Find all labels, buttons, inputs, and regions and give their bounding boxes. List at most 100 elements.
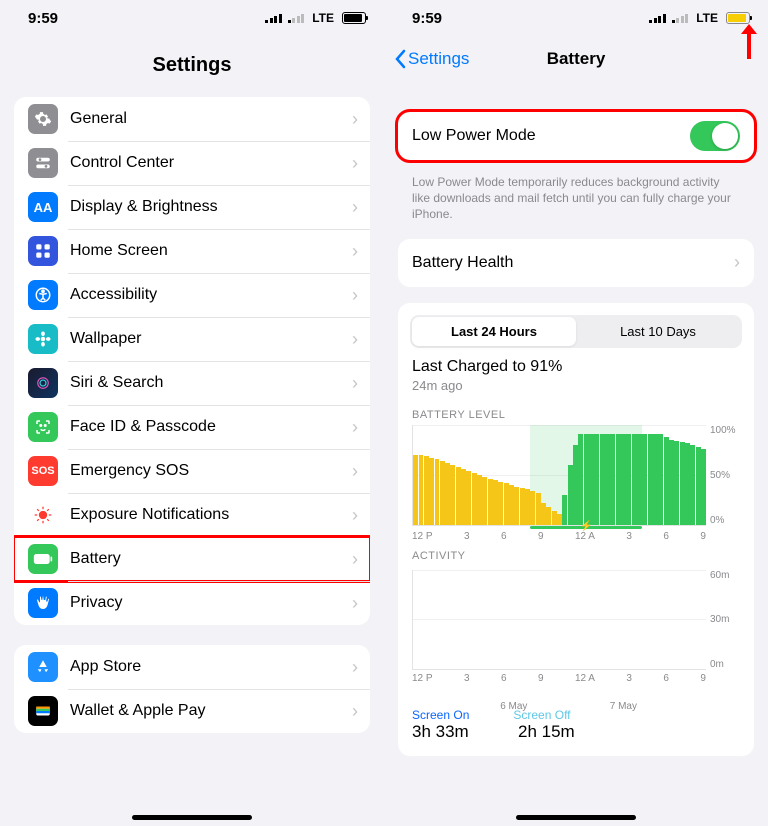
exposure-icon xyxy=(28,500,58,530)
time-range-segmented[interactable]: Last 24 Hours Last 10 Days xyxy=(410,315,742,348)
row-label: Home Screen xyxy=(70,242,352,260)
face-id-icon xyxy=(28,412,58,442)
settings-row-app-store[interactable]: App Store › xyxy=(14,645,370,689)
status-right: LTE xyxy=(265,11,366,25)
chevron-right-icon: › xyxy=(352,657,358,678)
chevron-right-icon: › xyxy=(352,701,358,722)
status-bar: 9:59 LTE xyxy=(384,0,768,36)
usage-card: Last 24 Hours Last 10 Days Last Charged … xyxy=(398,303,754,756)
tab-10d[interactable]: Last 10 Days xyxy=(576,317,740,346)
section-activity: ACTIVITY xyxy=(398,542,754,566)
settings-row-control-center[interactable]: Control Center › xyxy=(14,141,370,185)
row-label: Battery xyxy=(70,550,352,568)
flower-icon xyxy=(28,324,58,354)
chevron-right-icon: › xyxy=(352,285,358,306)
signal-bars-secondary-icon xyxy=(288,13,305,23)
siri-icon xyxy=(28,368,58,398)
chevron-right-icon: › xyxy=(352,197,358,218)
settings-row-face-id[interactable]: Face ID & Passcode › xyxy=(14,405,370,449)
status-time: 9:59 xyxy=(412,10,442,27)
text-size-icon: AA xyxy=(28,192,58,222)
chevron-right-icon: › xyxy=(734,252,740,273)
page-title: Settings xyxy=(0,36,384,97)
battery-status-icon xyxy=(726,12,750,24)
row-label: Wallet & Apple Pay xyxy=(70,702,352,720)
settings-row-wallpaper[interactable]: Wallpaper › xyxy=(14,317,370,361)
chevron-right-icon: › xyxy=(352,153,358,174)
low-power-mode-row[interactable]: Low Power Mode xyxy=(398,112,754,160)
screen-on-value: 3h 33m xyxy=(412,722,478,742)
chevron-right-icon: › xyxy=(352,109,358,130)
row-label: Face ID & Passcode xyxy=(70,418,352,436)
status-right: LTE xyxy=(649,11,750,25)
low-power-toggle[interactable] xyxy=(690,121,740,151)
back-button[interactable]: Settings xyxy=(394,49,469,69)
row-label: Accessibility xyxy=(70,286,352,304)
row-label: App Store xyxy=(70,658,352,676)
hand-icon xyxy=(28,588,58,618)
settings-row-general[interactable]: General › xyxy=(14,97,370,141)
grid-icon xyxy=(28,236,58,266)
chevron-right-icon: › xyxy=(352,549,358,570)
status-bar: 9:59 LTE xyxy=(0,0,384,36)
battery-level-chart: ⚡ 100% 50% 0% 12 P36912 A369 xyxy=(412,425,740,540)
nav-header: Settings Battery xyxy=(384,36,768,82)
wallet-icon xyxy=(28,696,58,726)
settings-row-accessibility[interactable]: Accessibility › xyxy=(14,273,370,317)
settings-row-privacy[interactable]: Privacy › xyxy=(14,581,370,625)
row-label: Privacy xyxy=(70,594,352,612)
row-label: Exposure Notifications xyxy=(70,506,352,524)
settings-row-exposure[interactable]: Exposure Notifications › xyxy=(14,493,370,537)
last-charged-sub: 24m ago xyxy=(412,378,740,393)
row-label: Display & Brightness xyxy=(70,198,352,216)
chevron-right-icon: › xyxy=(352,461,358,482)
section-battery-level: BATTERY LEVEL xyxy=(398,401,754,425)
battery-screen: 9:59 LTE Settings Battery Low Power Mode… xyxy=(384,0,768,826)
tab-24h[interactable]: Last 24 Hours xyxy=(412,317,576,346)
settings-group-2: App Store › Wallet & Apple Pay › xyxy=(14,645,370,733)
signal-bars-icon xyxy=(265,13,282,23)
chevron-right-icon: › xyxy=(352,417,358,438)
home-indicator[interactable] xyxy=(132,815,252,820)
row-label: Emergency SOS xyxy=(70,462,352,480)
battery-health-row[interactable]: Battery Health › xyxy=(398,239,754,287)
battery-content[interactable]: Low Power Mode Low Power Mode temporaril… xyxy=(384,82,768,826)
battery-status-icon xyxy=(342,12,366,24)
home-indicator[interactable] xyxy=(516,815,636,820)
screen-off-value: 2h 15m xyxy=(518,722,575,742)
signal-bars-icon xyxy=(649,13,666,23)
settings-row-siri[interactable]: Siri & Search › xyxy=(14,361,370,405)
settings-row-battery[interactable]: Battery › xyxy=(14,537,370,581)
status-time: 9:59 xyxy=(28,10,58,27)
switches-icon xyxy=(28,148,58,178)
low-power-footer: Low Power Mode temporarily reduces backg… xyxy=(384,170,768,239)
back-label: Settings xyxy=(408,49,469,69)
chevron-left-icon xyxy=(394,49,406,69)
battery-health-label: Battery Health xyxy=(412,254,513,272)
gear-icon xyxy=(28,104,58,134)
row-label: Siri & Search xyxy=(70,374,352,392)
lte-label: LTE xyxy=(312,11,334,25)
settings-group-1: General › Control Center › AA Display & … xyxy=(14,97,370,625)
last-charged-title: Last Charged to 91% xyxy=(412,358,740,376)
settings-row-emergency-sos[interactable]: SOS Emergency SOS › xyxy=(14,449,370,493)
settings-screen: 9:59 LTE Settings General › Control Cent… xyxy=(0,0,384,826)
chevron-right-icon: › xyxy=(352,505,358,526)
signal-bars-secondary-icon xyxy=(672,13,689,23)
settings-row-home-screen[interactable]: Home Screen › xyxy=(14,229,370,273)
chevron-right-icon: › xyxy=(352,241,358,262)
lte-label: LTE xyxy=(696,11,718,25)
chevron-right-icon: › xyxy=(352,373,358,394)
activity-chart: 60m 30m 0m 12 P36912 A369 6 May7 May xyxy=(412,570,740,698)
chevron-right-icon: › xyxy=(352,593,358,614)
row-label: Control Center xyxy=(70,154,352,172)
sos-icon: SOS xyxy=(28,456,58,486)
row-label: Wallpaper xyxy=(70,330,352,348)
battery-icon xyxy=(28,544,58,574)
settings-row-wallet[interactable]: Wallet & Apple Pay › xyxy=(14,689,370,733)
chevron-right-icon: › xyxy=(352,329,358,350)
accessibility-icon xyxy=(28,280,58,310)
settings-list[interactable]: General › Control Center › AA Display & … xyxy=(0,97,384,826)
app-store-icon xyxy=(28,652,58,682)
settings-row-display[interactable]: AA Display & Brightness › xyxy=(14,185,370,229)
